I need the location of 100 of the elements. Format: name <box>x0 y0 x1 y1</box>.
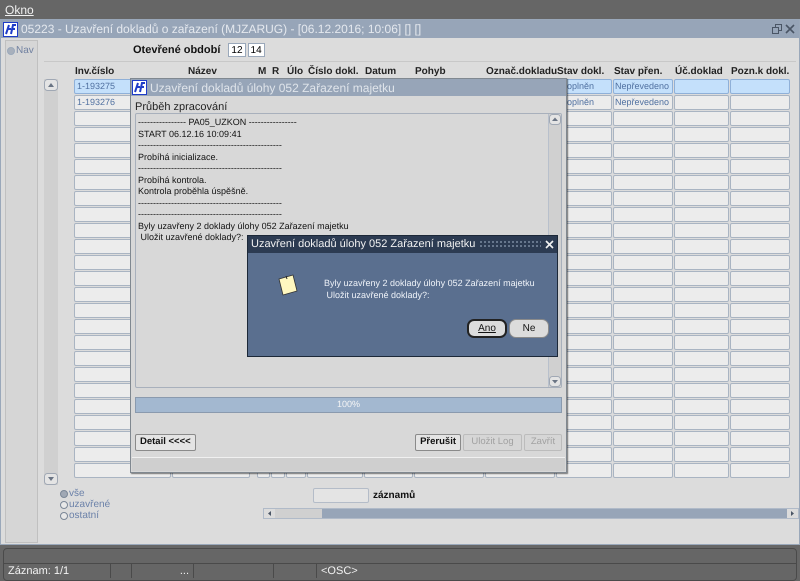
table-cell[interactable] <box>730 431 790 446</box>
table-cell[interactable] <box>613 127 673 142</box>
table-cell[interactable] <box>613 287 673 302</box>
nav-radio[interactable]: Nav <box>6 43 37 58</box>
scroll-right-icon[interactable] <box>787 509 798 518</box>
alert-button[interactable]: Ano <box>467 319 507 338</box>
table-cell[interactable] <box>674 271 729 286</box>
table-cell[interactable] <box>613 351 673 366</box>
table-cell[interactable] <box>730 399 790 414</box>
table-cell[interactable] <box>613 175 673 190</box>
table-cell[interactable] <box>730 175 790 190</box>
table-cell[interactable] <box>674 127 729 142</box>
dialog-button[interactable]: Detail <<<< <box>135 434 196 451</box>
table-cell[interactable] <box>613 415 673 430</box>
table-cell[interactable] <box>674 399 729 414</box>
filter-radio[interactable]: uzavřené <box>60 499 263 510</box>
table-cell[interactable] <box>674 223 729 238</box>
filter-radio[interactable]: vše <box>60 488 263 499</box>
table-cell[interactable] <box>730 127 790 142</box>
scroll-thumb[interactable] <box>275 509 322 518</box>
records-field[interactable] <box>313 488 369 503</box>
table-cell[interactable] <box>613 447 673 462</box>
table-cell[interactable] <box>674 431 729 446</box>
table-cell[interactable] <box>730 111 790 126</box>
restore-icon[interactable] <box>772 24 782 34</box>
table-cell[interactable] <box>674 351 729 366</box>
table-cell[interactable] <box>730 303 790 318</box>
table-cell[interactable] <box>613 367 673 382</box>
table-cell[interactable] <box>730 383 790 398</box>
table-cell[interactable] <box>730 335 790 350</box>
table-cell[interactable] <box>674 239 729 254</box>
scroll-down-icon[interactable] <box>549 376 561 387</box>
table-cell[interactable] <box>674 447 729 462</box>
menu-item[interactable]: Okno <box>4 0 35 18</box>
table-cell[interactable] <box>674 159 729 174</box>
table-cell[interactable] <box>674 143 729 158</box>
table-cell[interactable] <box>613 335 673 350</box>
table-cell[interactable] <box>730 319 790 334</box>
table-cell[interactable] <box>674 175 729 190</box>
table-cell[interactable] <box>730 255 790 270</box>
table-cell[interactable] <box>674 383 729 398</box>
scroll-left-icon[interactable] <box>264 509 275 518</box>
log-line: ------------------------------------------------ <box>138 163 282 174</box>
table-cell[interactable] <box>674 463 729 478</box>
table-cell[interactable] <box>674 287 729 302</box>
table-cell[interactable] <box>674 111 729 126</box>
table-cell[interactable] <box>613 271 673 286</box>
table-cell[interactable] <box>613 111 673 126</box>
table-cell[interactable] <box>674 95 729 110</box>
table-cell[interactable] <box>674 415 729 430</box>
table-cell[interactable] <box>613 191 673 206</box>
table-cell[interactable] <box>730 191 790 206</box>
table-cell[interactable] <box>674 79 729 94</box>
period-field[interactable]: 12 <box>228 43 246 57</box>
dialog-button[interactable]: Přerušit <box>415 434 461 451</box>
table-cell[interactable] <box>613 255 673 270</box>
table-cell[interactable] <box>613 399 673 414</box>
table-cell[interactable] <box>730 239 790 254</box>
table-cell[interactable]: Nepřevedeno <box>613 79 673 94</box>
table-cell[interactable] <box>674 335 729 350</box>
table-cell[interactable]: Nepřevedeno <box>613 95 673 110</box>
table-cell[interactable] <box>674 207 729 222</box>
table-cell[interactable] <box>613 319 673 334</box>
table-cell[interactable] <box>613 431 673 446</box>
status-field: <OSC> <box>317 564 362 578</box>
table-cell[interactable] <box>674 319 729 334</box>
table-cell[interactable] <box>730 367 790 382</box>
table-cell[interactable] <box>674 367 729 382</box>
table-cell[interactable] <box>674 303 729 318</box>
log-line: ------------------------------------------------ <box>138 198 282 209</box>
table-cell[interactable] <box>730 159 790 174</box>
table-cell[interactable] <box>613 143 673 158</box>
table-cell[interactable] <box>730 223 790 238</box>
table-cell[interactable] <box>730 207 790 222</box>
period-field[interactable]: 14 <box>248 43 265 57</box>
scroll-up-icon[interactable] <box>549 114 561 125</box>
table-cell[interactable] <box>613 223 673 238</box>
scroll-down-icon[interactable] <box>44 473 58 485</box>
table-cell[interactable] <box>674 255 729 270</box>
table-cell[interactable] <box>730 463 790 478</box>
table-cell[interactable] <box>730 415 790 430</box>
table-cell[interactable] <box>730 447 790 462</box>
table-cell[interactable] <box>730 351 790 366</box>
table-cell[interactable] <box>613 239 673 254</box>
scroll-up-icon[interactable] <box>44 79 58 91</box>
table-cell[interactable] <box>674 191 729 206</box>
table-cell[interactable] <box>613 383 673 398</box>
table-cell[interactable] <box>730 95 790 110</box>
table-cell[interactable] <box>613 463 673 478</box>
horizontal-scrollbar[interactable] <box>263 508 799 519</box>
table-cell[interactable] <box>613 207 673 222</box>
vertical-scrollbar[interactable] <box>44 79 58 485</box>
filter-radio[interactable]: ostatní <box>60 510 263 521</box>
table-cell[interactable] <box>730 271 790 286</box>
table-cell[interactable] <box>730 287 790 302</box>
alert-button[interactable]: Ne <box>509 319 549 338</box>
table-cell[interactable] <box>613 303 673 318</box>
table-cell[interactable] <box>730 143 790 158</box>
table-cell[interactable] <box>613 159 673 174</box>
table-cell[interactable] <box>730 79 790 94</box>
